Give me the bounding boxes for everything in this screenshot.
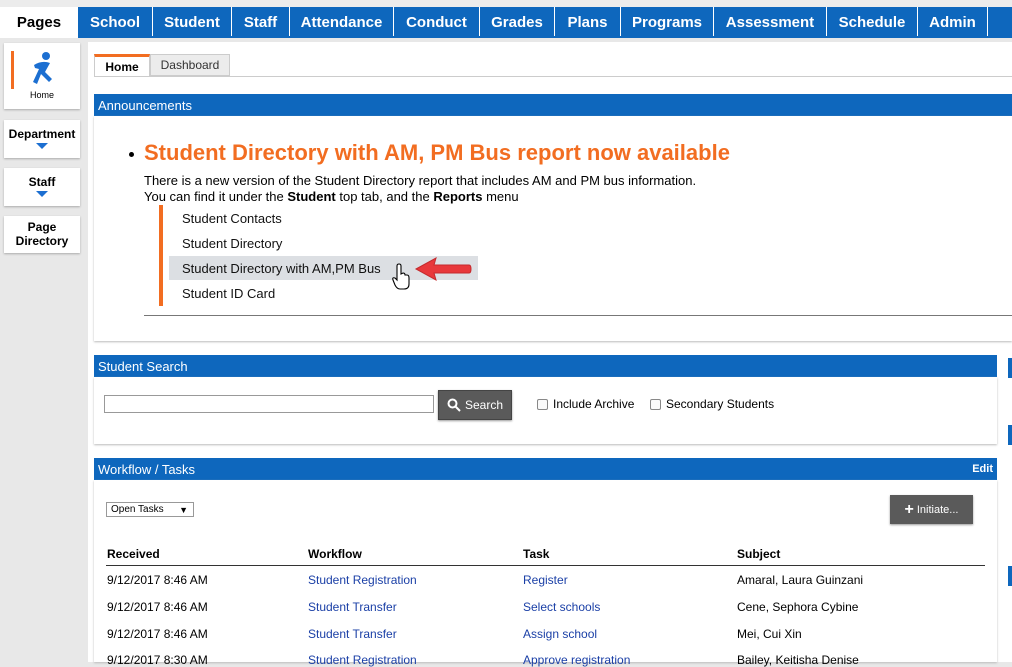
subtab-home[interactable]: Home <box>94 54 150 76</box>
secondary-students-checkbox[interactable] <box>650 399 661 411</box>
menu-accent-bar <box>159 205 163 306</box>
include-archive-option[interactable]: Include Archive <box>537 397 634 411</box>
sidebar-item-department[interactable]: Department <box>4 120 80 158</box>
search-button[interactable]: Search <box>438 390 512 420</box>
sidebar-item-staff[interactable]: Staff <box>4 168 80 206</box>
right-panel-edge-2 <box>1008 425 1012 445</box>
plus-icon: + <box>904 500 914 518</box>
hand-cursor-icon <box>392 263 410 290</box>
tab-programs[interactable]: Programs <box>621 7 714 38</box>
student-search-input[interactable] <box>104 395 434 413</box>
sidebar-item-label: Staff <box>28 175 56 189</box>
announcement-text-2: You can find it under the Student top ta… <box>144 189 519 204</box>
open-tasks-select[interactable]: Open Tasks ▼ <box>106 502 194 517</box>
cell-task-link[interactable]: Approve registration <box>523 653 630 667</box>
tab-grades[interactable]: Grades <box>480 7 555 38</box>
sidebar-item-page-directory[interactable]: Page Directory <box>4 216 80 253</box>
sidebar-item-home[interactable]: Home <box>4 43 80 109</box>
cell-task-link[interactable]: Register <box>523 573 568 587</box>
sidebar-item-label: Department <box>8 127 76 141</box>
include-archive-checkbox[interactable] <box>537 399 548 411</box>
announcement-divider <box>144 315 1012 316</box>
tab-overflow[interactable] <box>988 7 1012 38</box>
workflow-header: Workflow / Tasks Edit <box>94 458 997 480</box>
subtab-dashboard[interactable]: Dashboard <box>150 54 230 76</box>
subtab-divider <box>94 76 1012 77</box>
column-header-subject[interactable]: Subject <box>737 547 780 561</box>
tab-staff[interactable]: Staff <box>232 7 290 38</box>
cell-workflow-link[interactable]: Student Transfer <box>308 627 397 641</box>
menu-item-student-contacts[interactable]: Student Contacts <box>169 206 478 230</box>
column-header-task[interactable]: Task <box>523 547 549 561</box>
cell-workflow-link[interactable]: Student Registration <box>308 653 417 667</box>
cell-subject: Mei, Cui Xin <box>737 627 802 641</box>
column-header-workflow[interactable]: Workflow <box>308 547 362 561</box>
cell-received: 9/12/2017 8:46 AM <box>107 573 208 587</box>
table-header-divider <box>106 565 985 566</box>
pages-tab[interactable]: Pages <box>0 7 78 38</box>
running-person-icon <box>33 52 52 84</box>
column-header-received[interactable]: Received <box>107 547 160 561</box>
tab-attendance[interactable]: Attendance <box>290 7 394 38</box>
workflow-title: Workflow / Tasks <box>98 461 196 477</box>
cell-task-link[interactable]: Select schools <box>523 600 600 614</box>
workflow-edit-link[interactable]: Edit <box>972 463 993 475</box>
cell-received: 9/12/2017 8:30 AM <box>107 653 208 667</box>
cell-subject: Amaral, Laura Guinzani <box>737 573 864 587</box>
sidebar-item-label: Directory <box>15 234 69 248</box>
cell-subject: Cene, Sephora Cybine <box>737 600 859 614</box>
cell-received: 9/12/2017 8:46 AM <box>107 627 208 641</box>
sidebar-item-label: Page <box>27 220 57 234</box>
dropdown-arrow-icon <box>36 143 48 149</box>
include-archive-label: Include Archive <box>553 397 635 411</box>
tab-admin[interactable]: Admin <box>918 7 988 38</box>
initiate-button-label: Initiate... <box>916 503 959 516</box>
initiate-button[interactable]: + Initiate... <box>890 495 973 524</box>
tab-plans[interactable]: Plans <box>555 7 621 38</box>
right-panel-edge <box>1008 358 1012 378</box>
right-panel-edge-3 <box>1008 566 1012 586</box>
magnifier-icon <box>447 398 461 412</box>
secondary-students-label: Secondary Students <box>666 397 775 411</box>
tab-assessment[interactable]: Assessment <box>714 7 827 38</box>
tab-schedule[interactable]: Schedule <box>827 7 918 38</box>
dropdown-triangle-icon: ▼ <box>179 504 188 515</box>
tab-conduct[interactable]: Conduct <box>394 7 480 38</box>
student-search-header: Student Search <box>94 355 997 377</box>
cell-received: 9/12/2017 8:46 AM <box>107 600 208 614</box>
cell-subject: Bailey, Keitisha Denise <box>737 653 859 667</box>
secondary-students-option[interactable]: Secondary Students <box>650 397 774 411</box>
announcement-text: There is a new version of the Student Di… <box>144 173 697 188</box>
active-indicator <box>11 51 14 89</box>
announcement-headline: Student Directory with AM, PM Bus report… <box>144 140 730 165</box>
tab-school[interactable]: School <box>78 7 153 38</box>
nav-underline <box>78 36 1012 38</box>
menu-item-student-id-card[interactable]: Student ID Card <box>169 281 478 305</box>
cell-workflow-link[interactable]: Student Registration <box>308 573 417 587</box>
open-tasks-value: Open Tasks <box>111 504 164 515</box>
cell-workflow-link[interactable]: Student Transfer <box>308 600 397 614</box>
bullet <box>129 152 134 157</box>
red-arrow-icon <box>414 256 472 282</box>
sidebar-item-label: Home <box>29 90 54 100</box>
search-button-label: Search <box>464 398 504 412</box>
menu-item-student-directory[interactable]: Student Directory <box>169 231 478 255</box>
tab-student[interactable]: Student <box>153 7 232 38</box>
dropdown-arrow-icon <box>36 191 48 197</box>
cell-task-link[interactable]: Assign school <box>523 627 597 641</box>
announcements-header: Announcements <box>94 94 1012 116</box>
